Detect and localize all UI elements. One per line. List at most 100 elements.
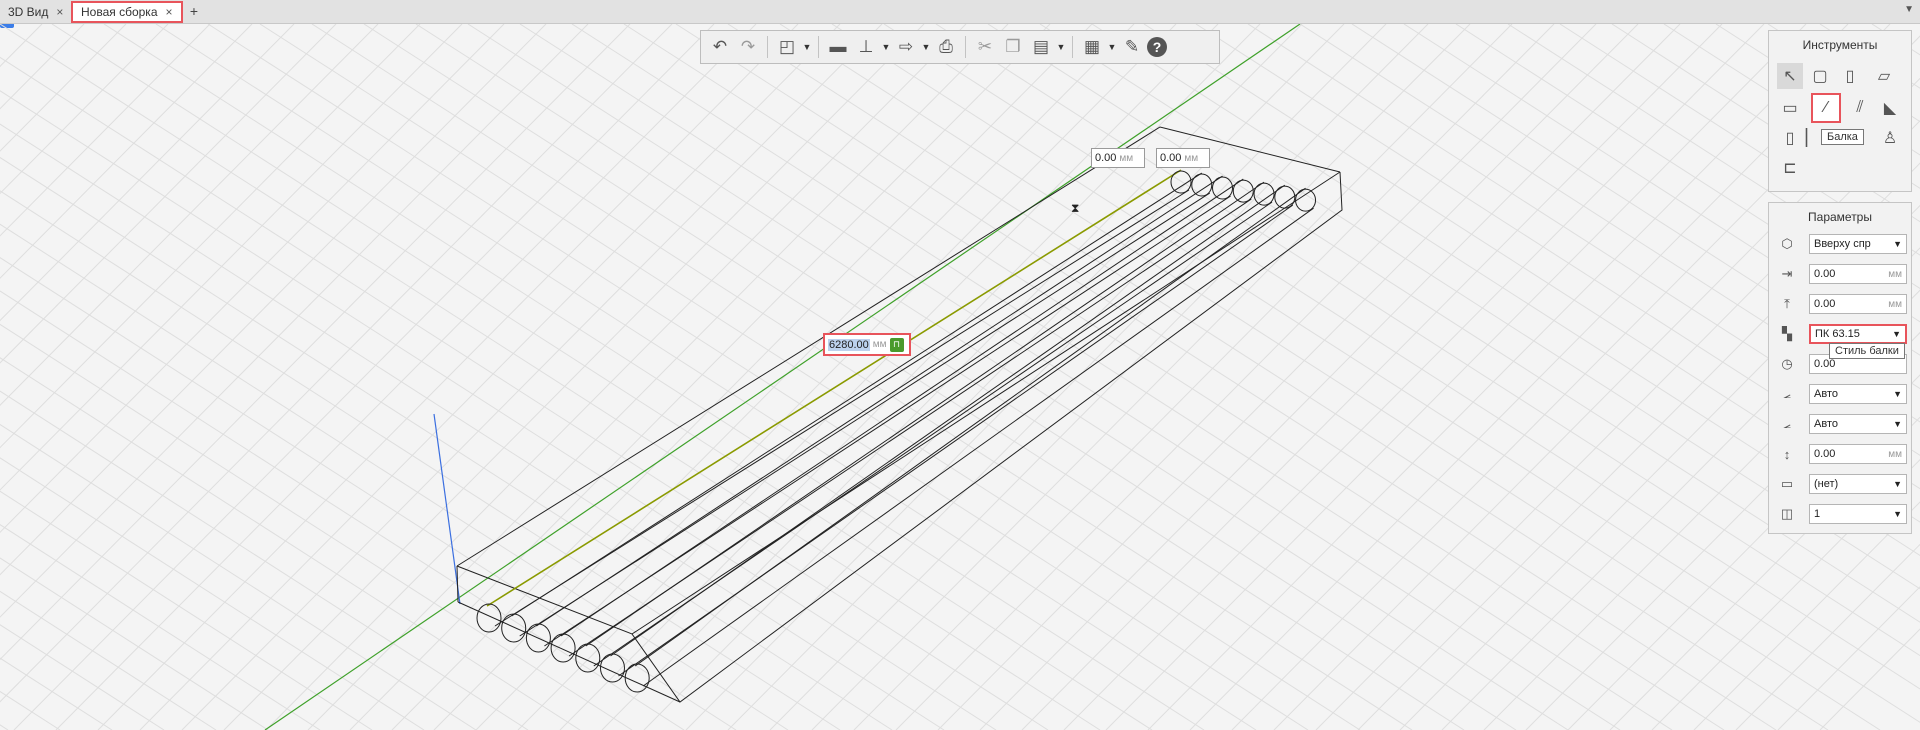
grid-line [0,24,253,279]
tab-bar: 3D Вид × Новая сборка × + ▼ [0,0,1920,24]
export-icon[interactable]: ⇨ [893,34,919,60]
railing-icon[interactable]: ⊏ [1777,155,1803,181]
chevron-down-icon[interactable]: ▼ [1056,42,1066,52]
param-material-row: ▭ (нет) ▼ [1769,469,1911,499]
grid-line [0,524,321,730]
wrench-icon[interactable]: ✎ [1119,34,1145,60]
field-value: 0.00 [1814,448,1836,460]
tab-3d-view[interactable]: 3D Вид × [0,1,71,23]
end-angle-select[interactable]: Авто ▼ [1809,414,1907,434]
dimension-unit: мм [1119,152,1134,164]
hollow-core-line [486,169,1182,607]
hollow-core-circle [1295,188,1317,212]
chevron-down-icon[interactable]: ▼ [1904,4,1914,15]
hollow-core-line [585,181,1265,647]
grid-line [1105,24,1807,730]
field-value: Вверху спр [1814,238,1871,250]
grid-line [623,24,1725,730]
grid-line [0,24,1101,730]
chevron-down-icon: ▼ [1893,389,1902,399]
print-icon[interactable]: ⎙ [933,34,959,60]
redo-icon[interactable]: ↷ [735,34,761,60]
ground-grid [0,24,1920,730]
grid-line [853,24,1555,730]
axis-z-line [433,413,461,605]
grid-line [0,257,737,730]
close-icon[interactable]: × [166,5,173,19]
slab-top-front-edge [456,171,1341,635]
folder-icon[interactable]: ▬ [825,34,851,60]
stamp-icon[interactable]: ⊥ [853,34,879,60]
lock-icon[interactable]: ⊓ [889,337,904,352]
grid-line [727,24,1429,730]
grid-line [307,24,1009,730]
layers-icon[interactable]: ▦ [1079,34,1105,60]
chevron-down-icon: ▼ [1893,479,1902,489]
door-icon[interactable]: ▏ [1805,125,1819,151]
panel-icon[interactable]: ▯ [1777,125,1803,151]
copy-icon[interactable]: ❐ [1000,34,1026,60]
offset-y-dimension-input[interactable]: 0.00 мм [1156,148,1210,168]
grid-line [0,657,113,730]
multi-beam-icon[interactable]: ⫽ [1847,95,1873,121]
field-value: 1 [1814,508,1821,520]
grid-line [0,590,217,730]
view-cube-icon[interactable]: ◰ [774,34,800,60]
tools-panel-title: Инструменты [1802,38,1878,52]
scene-canvas[interactable]: ⧗ [0,24,1920,730]
param-layer-row: ◫ 1 ▼ [1769,499,1911,529]
grid-line [0,24,505,534]
anchor-icon: ⬡ [1781,236,1793,251]
start-angle-select[interactable]: Авто ▼ [1809,384,1907,404]
wall-icon[interactable]: ▢ [1807,63,1833,89]
grid-line [0,123,945,730]
dimension-unit: мм [872,339,887,350]
beam-icon[interactable]: ⁄ [1811,93,1841,123]
material-select[interactable]: (нет) ▼ [1809,474,1907,494]
offset-x-icon: ⇥ [1781,266,1793,281]
roof-icon[interactable]: ◣ [1877,95,1903,121]
hollow-core-line [511,172,1203,617]
chair-icon[interactable]: ♙ [1877,125,1903,151]
param-end-angle-row: ⦟ Авто ▼ [1769,409,1911,439]
slab-icon[interactable]: ▱ [1871,63,1897,89]
height-input[interactable]: 0.00 мм [1809,444,1907,464]
close-icon[interactable]: × [56,5,63,19]
hollow-core-line [634,187,1306,667]
select-icon[interactable]: ↖ [1777,63,1803,89]
grid-line [571,24,1673,730]
grid-line [685,24,1387,730]
anchor-select[interactable]: Вверху спр ▼ [1809,234,1907,254]
offset-x-input[interactable]: 0.00 мм [1809,264,1907,284]
toolbar-divider [965,36,966,58]
column-icon[interactable]: ▯ [1837,63,1863,89]
grid-line [519,24,1621,730]
3d-viewport[interactable]: ⧗ [0,24,1920,730]
param-height-row: ↕ 0.00 мм [1769,439,1911,469]
grid-line [467,24,1569,730]
tab-new-assembly[interactable]: Новая сборка × [71,1,183,23]
add-tab-button[interactable]: + [186,3,202,19]
hollow-core-circle [624,663,650,693]
cut-icon[interactable]: ✂ [972,34,998,60]
tab-label: Новая сборка [81,5,158,19]
help-icon[interactable]: ? [1147,37,1167,57]
plate-icon[interactable]: ▭ [1777,95,1803,121]
chevron-down-icon[interactable]: ▼ [921,42,931,52]
paste-icon[interactable]: ▤ [1028,34,1054,60]
beam-style-select[interactable]: ПК 63.15 ▼ [1809,324,1907,344]
chevron-down-icon[interactable]: ▼ [881,42,891,52]
layer-select[interactable]: 1 ▼ [1809,504,1907,524]
chevron-down-icon[interactable]: ▼ [802,42,812,52]
chevron-down-icon[interactable]: ▼ [1107,42,1117,52]
grid-line [363,24,1465,730]
length-dimension-input[interactable]: 6280.00 мм ⊓ [823,333,911,356]
axis-x-line [264,24,1301,730]
dimension-value: 0.00 [1095,152,1117,164]
resize-handle-icon: ⧗ [1071,201,1079,215]
offset-y-input[interactable]: 0.00 мм [1809,294,1907,314]
param-anchor-row: ⬡ Вверху спр ▼ [1769,229,1911,259]
undo-icon[interactable]: ↶ [707,34,733,60]
offset-x-dimension-input[interactable]: 0.00 мм [1091,148,1145,168]
field-unit: мм [1888,448,1902,460]
